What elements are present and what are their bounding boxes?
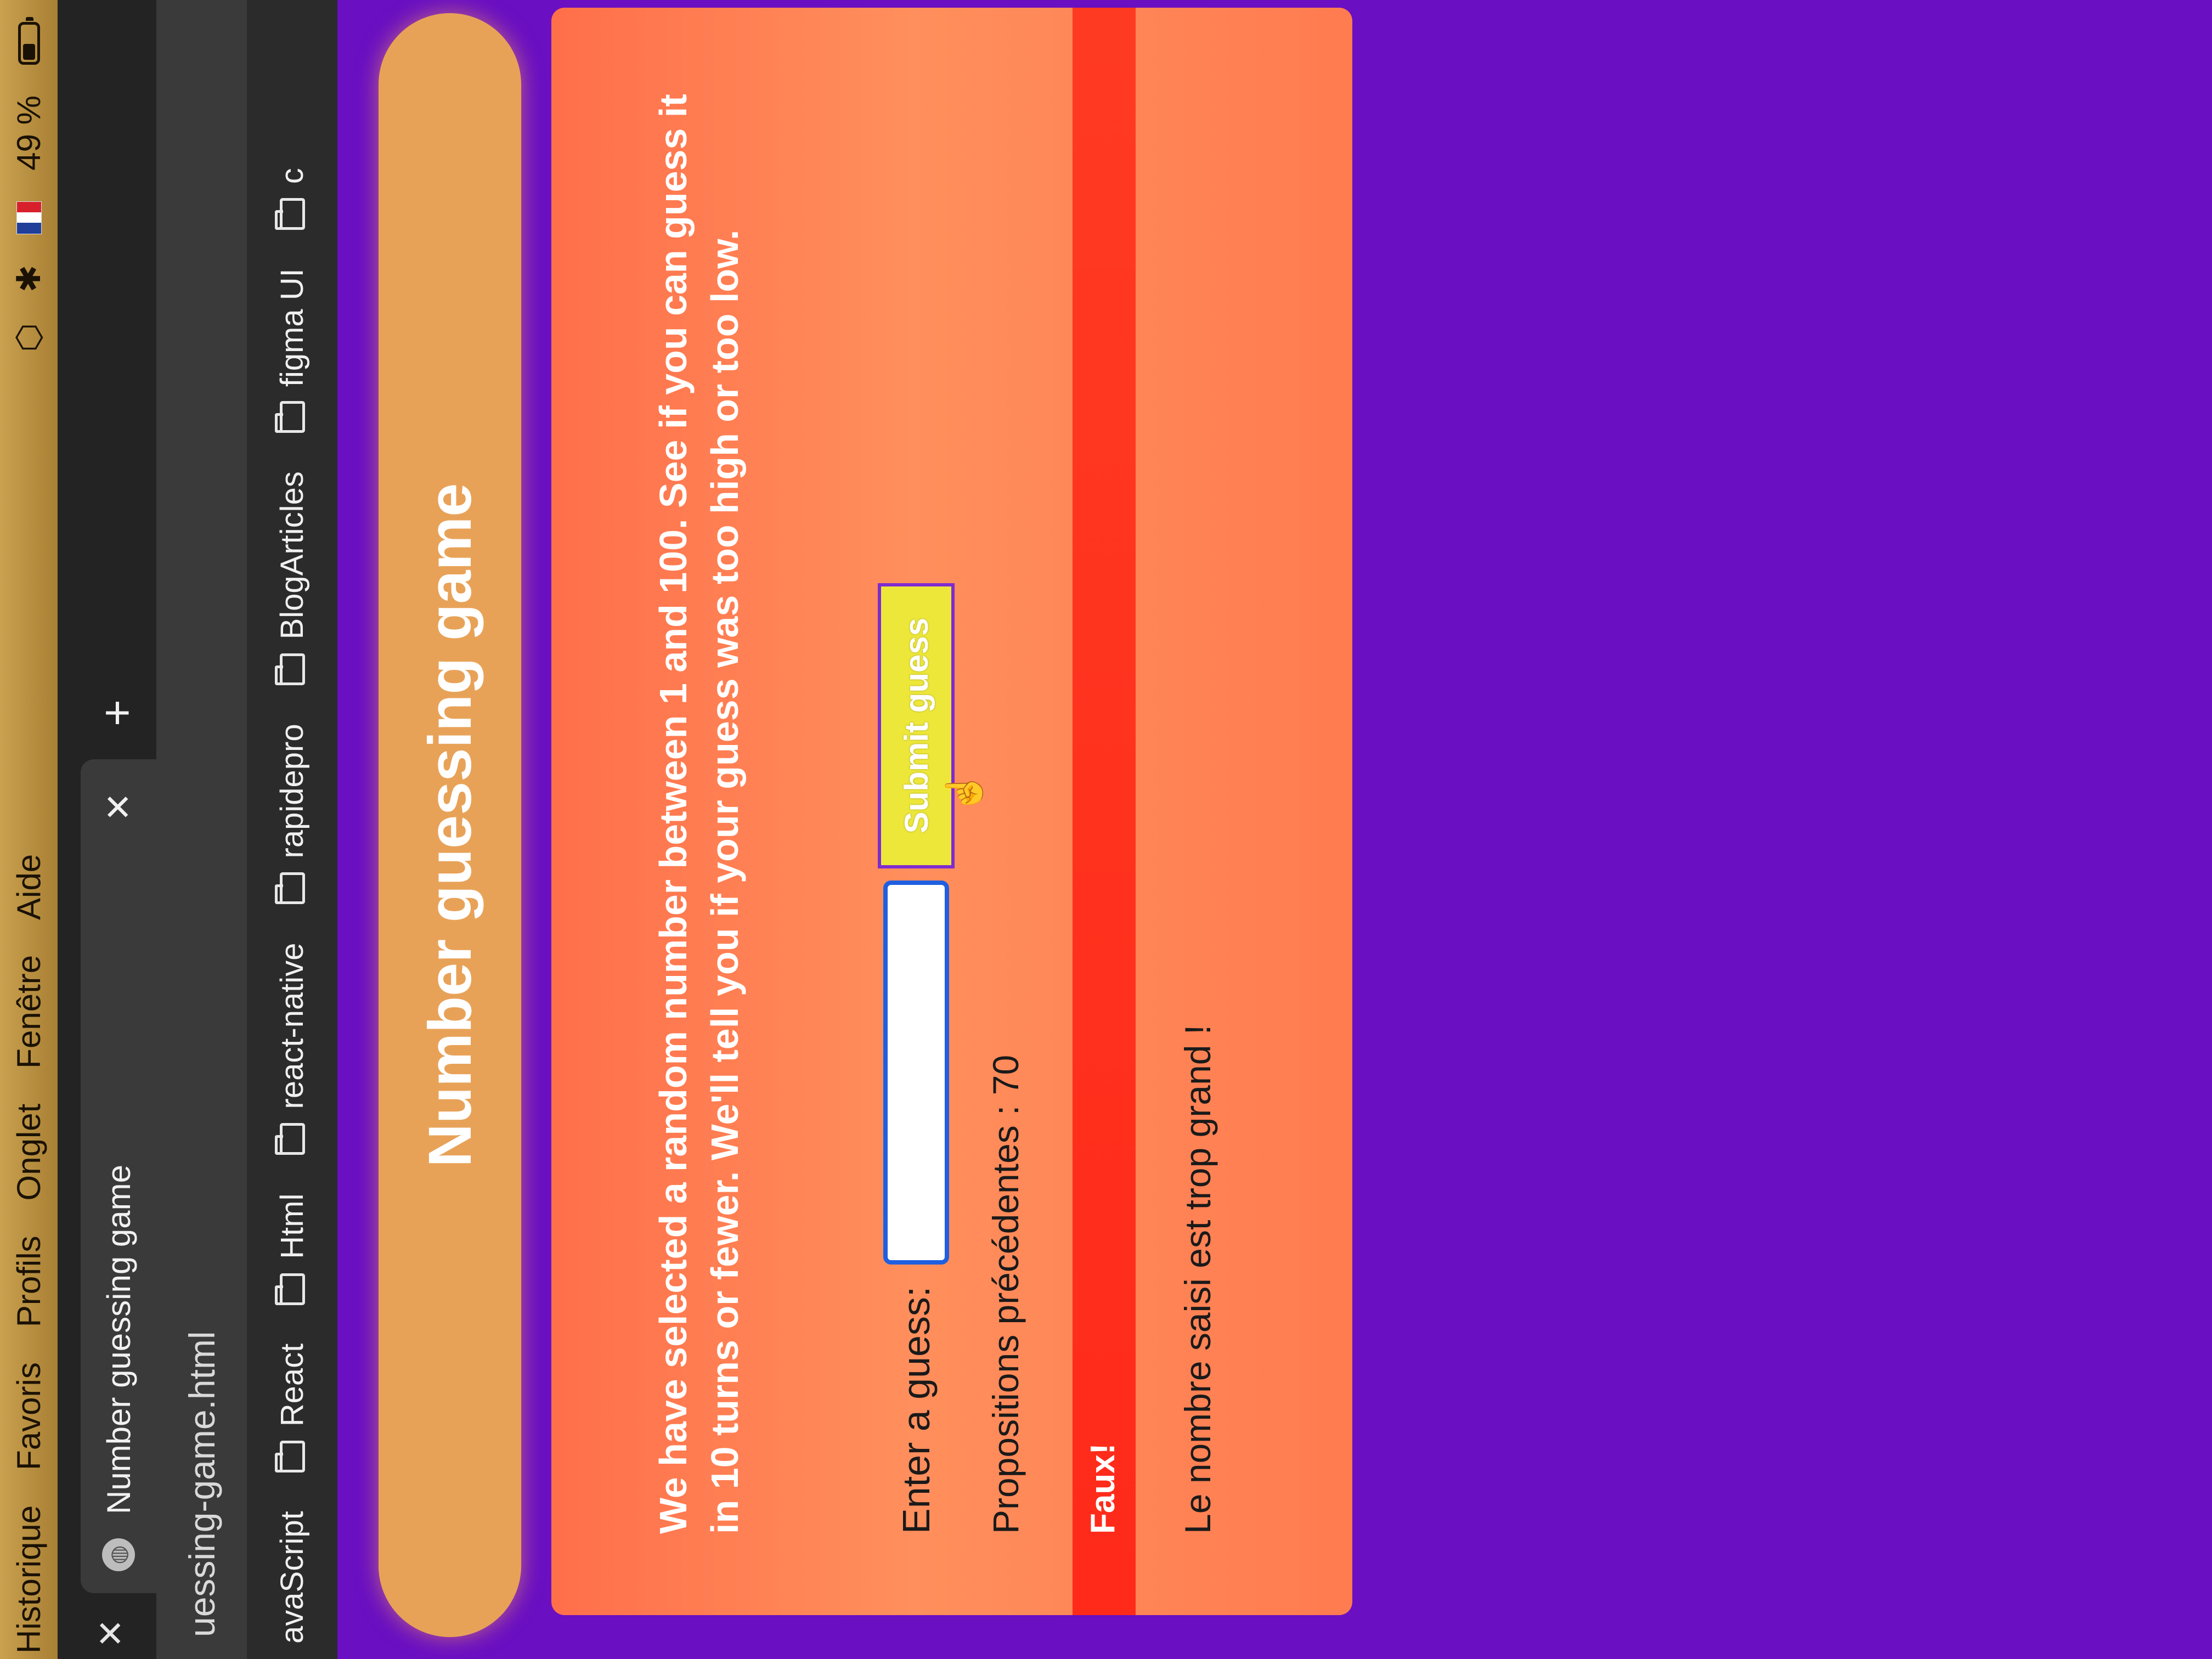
menu-items: Historique Favoris Profils Onglet Fenêtr…: [10, 854, 48, 1659]
bookmark-label: avaScript: [274, 1511, 310, 1644]
url-text: uessing-game.html: [181, 1331, 222, 1637]
tab-number-guessing-game[interactable]: ◍ Number guessing game ✕: [81, 759, 156, 1593]
bookmark-javascript[interactable]: avaScript: [274, 1511, 311, 1644]
screen: Historique Favoris Profils Onglet Fenêtr…: [0, 0, 2212, 1659]
battery-fill: [22, 43, 35, 60]
language-flag-icon[interactable]: [16, 201, 42, 234]
folder-icon: [279, 1441, 305, 1473]
menu-favoris[interactable]: Favoris: [10, 1362, 48, 1470]
intro-text: We have selected a random number between…: [652, 94, 746, 1534]
bookmark-react-native[interactable]: react-native: [274, 943, 311, 1155]
menu-aide[interactable]: Aide: [10, 854, 48, 920]
folder-icon: [279, 1123, 305, 1155]
folder-icon: [279, 872, 305, 905]
menu-historique[interactable]: Historique: [10, 1505, 48, 1654]
battery-percent: 49 %: [10, 95, 47, 171]
bookmark-label: BlogArticles: [274, 471, 310, 640]
new-tab-icon[interactable]: +: [91, 699, 144, 726]
menu-bar: Historique Favoris Profils Onglet Fenêtr…: [0, 0, 58, 1659]
menu-onglet[interactable]: Onglet: [10, 1104, 48, 1201]
folder-icon: [279, 401, 305, 433]
tab-title: Number guessing game: [100, 1164, 137, 1514]
bookmark-label: React: [274, 1343, 310, 1427]
bookmark-label: Html: [274, 1193, 310, 1259]
address-bar[interactable]: uessing-game.html: [156, 0, 247, 1659]
hand-cursor-icon: ☝: [944, 770, 984, 814]
bookmarks-bar: avaScript React Html react-native rapide…: [247, 0, 337, 1659]
tab-strip: ✕ ◍ Number guessing game ✕ +: [58, 0, 156, 1659]
bookmark-rapidepro[interactable]: rapidepro: [274, 724, 311, 905]
last-result-bar: Faux!: [1073, 8, 1136, 1615]
bluetooth-icon[interactable]: ✱: [10, 265, 48, 292]
folder-icon: [279, 1273, 305, 1305]
battery-icon[interactable]: [18, 22, 40, 65]
status-area: ⬡ ✱ 49 %: [10, 0, 48, 352]
bookmark-blogarticles[interactable]: BlogArticles: [274, 471, 311, 686]
guess-label: Enter a guess:: [895, 1286, 938, 1534]
bookmark-react[interactable]: React: [274, 1344, 311, 1473]
tab-close-icon[interactable]: ✕: [98, 792, 139, 822]
guess-form: Enter a guess: Submit guess: [878, 583, 955, 1534]
previous-guesses: Propositions précédentes : 70: [985, 1054, 1026, 1534]
close-icon[interactable]: ✕: [91, 1618, 132, 1648]
bookmark-label: figma UI: [274, 268, 310, 387]
last-result-text: Faux!: [1084, 1443, 1122, 1534]
bookmark-html[interactable]: Html: [274, 1194, 311, 1305]
menu-profils[interactable]: Profils: [10, 1235, 48, 1327]
bookmark-label: react-native: [274, 943, 310, 1109]
share-icon[interactable]: ⬡: [10, 323, 48, 352]
folder-icon: [279, 653, 305, 686]
low-or-high-hint: Le nombre saisi est trop grand !: [1177, 1024, 1218, 1534]
bookmark-c[interactable]: c: [274, 168, 311, 230]
menu-fenetre[interactable]: Fenêtre: [10, 955, 48, 1069]
folder-icon: [279, 198, 305, 230]
bookmark-label: rapidepro: [274, 724, 310, 859]
guess-input[interactable]: [883, 880, 949, 1265]
globe-icon: ◍: [102, 1538, 135, 1571]
submit-guess-button[interactable]: Submit guess: [878, 583, 955, 868]
bookmark-label: c: [274, 168, 310, 184]
bookmark-figma-ui[interactable]: figma UI: [274, 268, 311, 433]
page-title: Number guessing game: [379, 13, 521, 1637]
